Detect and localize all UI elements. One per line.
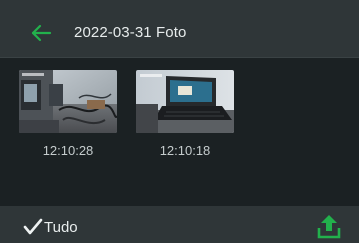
select-all-label[interactable]: Tudo bbox=[44, 219, 78, 237]
photo-time-2: 12:10:18 bbox=[159, 143, 211, 158]
photo-image bbox=[19, 70, 117, 133]
arrow-left-icon bbox=[31, 24, 52, 42]
upload-button[interactable] bbox=[317, 213, 341, 239]
back-button[interactable] bbox=[30, 22, 52, 44]
photo-gallery-screen: 2022-03-31 Foto 12:10:28 12:10:18 Tudo bbox=[0, 0, 359, 243]
upload-icon bbox=[317, 215, 341, 239]
photo-image bbox=[136, 70, 234, 133]
photo-thumbnail-1[interactable] bbox=[19, 70, 117, 133]
photo-thumbnail-2[interactable] bbox=[136, 70, 234, 133]
footer-bar: Tudo bbox=[0, 206, 359, 243]
select-all-checkbox[interactable] bbox=[23, 218, 43, 236]
photo-time-1: 12:10:28 bbox=[42, 143, 94, 158]
checkmark-icon bbox=[23, 218, 43, 235]
header-bar: 2022-03-31 Foto bbox=[0, 0, 359, 58]
page-title: 2022-03-31 Foto bbox=[74, 24, 187, 41]
